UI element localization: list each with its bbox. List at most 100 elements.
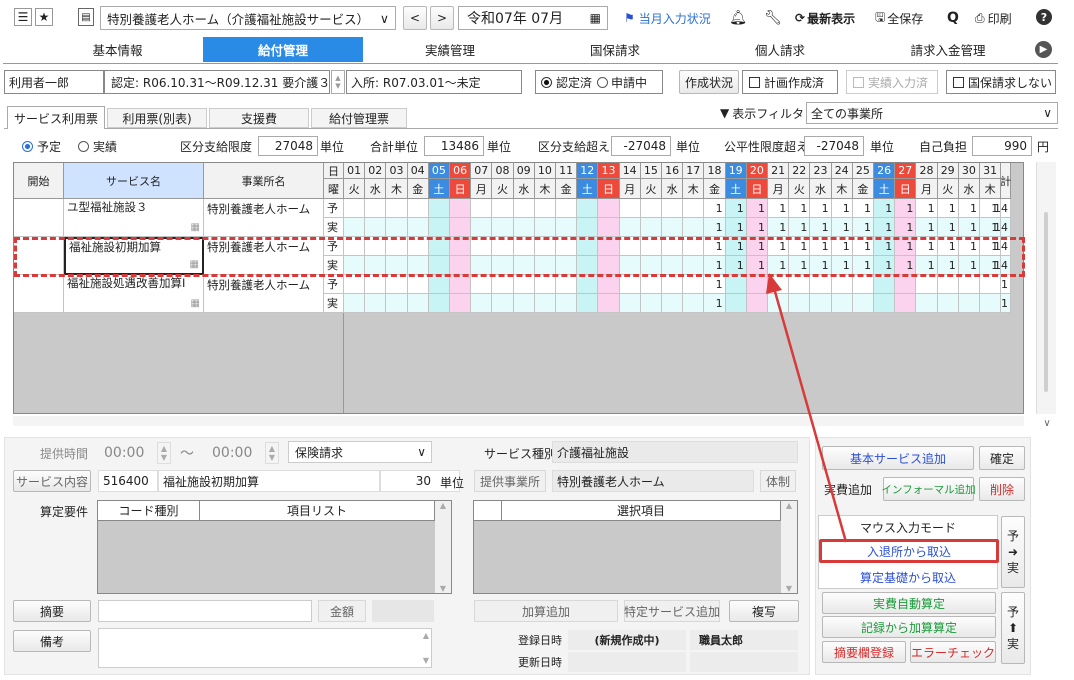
row-start-cell[interactable] (14, 199, 64, 237)
grid-hscroll[interactable] (13, 416, 1024, 426)
plan-day-cell[interactable] (556, 199, 578, 218)
save-all-button[interactable]: 🖫 全保存 (875, 8, 923, 28)
plan-day-cell[interactable] (513, 275, 535, 294)
plan-day-cell[interactable] (450, 275, 472, 294)
plan-day-cell[interactable] (471, 199, 493, 218)
plan-day-cell[interactable] (937, 275, 959, 294)
plan-day-cell[interactable] (513, 199, 535, 218)
yo-jitsu-toggle-1[interactable]: 予 ➜ 実 (1001, 516, 1025, 588)
plan-day-cell[interactable]: 1 (852, 199, 874, 218)
plan-day-cell[interactable] (450, 199, 472, 218)
user-name-field[interactable]: 利用者一郎 (4, 70, 104, 94)
plan-radio[interactable] (22, 140, 33, 152)
wrench-icon[interactable]: 🔧︎ (764, 8, 782, 28)
prev-month-button[interactable]: < (403, 6, 427, 30)
row-start-cell[interactable] (14, 275, 64, 313)
actual-day-cell[interactable]: 1 (916, 218, 938, 237)
plan-day-cell[interactable]: 1 (810, 199, 832, 218)
provider-button[interactable]: 提供事業所 (474, 470, 546, 492)
certified-radio[interactable] (541, 76, 552, 88)
actual-day-cell[interactable] (365, 294, 387, 313)
actual-day-cell[interactable] (365, 218, 387, 237)
actual-day-cell[interactable] (471, 294, 493, 313)
note-field[interactable]: ▲ ▼ (98, 628, 432, 668)
help-icon[interactable]: ? (1036, 9, 1052, 25)
actual-day-cell[interactable] (556, 294, 578, 313)
creation-status-button[interactable]: 作成状況 (679, 70, 739, 94)
actual-day-cell[interactable] (407, 218, 429, 237)
actual-day-cell[interactable] (428, 294, 450, 313)
star-icon[interactable]: ★ (35, 8, 53, 26)
actual-day-cell[interactable] (725, 294, 747, 313)
actual-day-cell[interactable] (937, 294, 959, 313)
actual-day-cell[interactable] (683, 218, 705, 237)
actual-day-cell[interactable] (874, 294, 896, 313)
actual-radio[interactable] (78, 140, 89, 152)
nav-basic-info[interactable]: 基本情報 (60, 37, 175, 62)
actual-radio-group[interactable]: 実績 (78, 137, 117, 155)
from-record-button[interactable]: 記録から加算算定 (822, 616, 996, 638)
calendar-icon[interactable]: ▦ (191, 221, 200, 234)
actual-day-cell[interactable] (958, 294, 980, 313)
actual-day-cell[interactable] (619, 218, 641, 237)
plan-day-cell[interactable] (640, 275, 662, 294)
actual-done-check[interactable]: 実績入力済 (846, 70, 938, 94)
actual-day-cell[interactable] (534, 294, 556, 313)
nav-kokuho[interactable]: 国保請求 (555, 37, 675, 62)
nav-jisseki[interactable]: 実績管理 (390, 37, 510, 62)
plan-day-cell[interactable] (407, 199, 429, 218)
actual-day-cell[interactable]: 1 (895, 218, 917, 237)
code-list-scrollbar[interactable]: ▲ ▼ (435, 501, 451, 593)
plan-day-cell[interactable] (365, 275, 387, 294)
plan-day-cell[interactable]: 1 (874, 199, 896, 218)
plan-day-cell[interactable] (725, 275, 747, 294)
plan-created-check[interactable]: 計画作成済 (742, 70, 838, 94)
actual-day-cell[interactable]: 1 (958, 218, 980, 237)
note-scrollbar[interactable]: ▲ (423, 631, 429, 640)
actual-day-cell[interactable]: 1 (810, 218, 832, 237)
plan-day-cell[interactable] (662, 199, 684, 218)
actual-day-cell[interactable]: 1 (704, 294, 726, 313)
auto-calc-button[interactable]: 実費自動算定 (822, 592, 996, 614)
actual-day-cell[interactable] (577, 218, 599, 237)
cert-spinner[interactable]: ▲ ▼ (331, 70, 345, 94)
insurance-select[interactable]: 保険請求 ∨ (288, 441, 432, 463)
actual-day-cell[interactable] (471, 218, 493, 237)
special-add-button[interactable]: 特定サービス追加 (624, 600, 720, 622)
plan-day-cell[interactable] (598, 199, 620, 218)
month-field[interactable]: 令和07年 07月 ▦ (458, 6, 608, 30)
tab-service-riyohyo[interactable]: サービス利用票 (7, 106, 105, 129)
list-icon[interactable]: ☰ (14, 8, 32, 26)
plan-day-cell[interactable] (492, 275, 514, 294)
actual-day-cell[interactable] (450, 294, 472, 313)
plan-day-cell[interactable]: 1 (746, 199, 768, 218)
plan-day-cell[interactable] (895, 275, 917, 294)
plan-day-cell[interactable] (344, 275, 366, 294)
monthly-status-link[interactable]: ⚑ 当月入力状況 (624, 8, 711, 28)
plan-day-cell[interactable] (916, 275, 938, 294)
summary-button[interactable]: 摘要 (13, 600, 91, 622)
calendar-icon[interactable]: ▦ (191, 297, 200, 310)
actual-day-cell[interactable] (598, 218, 620, 237)
actual-day-cell[interactable] (556, 218, 578, 237)
actual-day-cell[interactable] (407, 294, 429, 313)
actual-day-cell[interactable] (980, 294, 1002, 313)
actual-day-cell[interactable]: 1 (852, 218, 874, 237)
plan-day-cell[interactable] (534, 275, 556, 294)
actual-day-cell[interactable] (428, 218, 450, 237)
add-calc-button[interactable]: 加算追加 (474, 600, 618, 622)
confirm-button[interactable]: 確定 (979, 446, 1025, 470)
no-kokuho-checkbox[interactable] (953, 76, 964, 88)
plan-day-cell[interactable]: 1 (916, 199, 938, 218)
plan-day-cell[interactable]: 1 (958, 199, 980, 218)
actual-day-cell[interactable]: 1 (704, 218, 726, 237)
plan-day-cell[interactable] (662, 275, 684, 294)
plan-created-checkbox[interactable] (749, 76, 760, 88)
plan-day-cell[interactable]: 1 (789, 199, 811, 218)
plan-day-cell[interactable] (958, 275, 980, 294)
summary-reg-button[interactable]: 摘要欄登録 (822, 641, 906, 663)
plan-day-cell[interactable] (577, 199, 599, 218)
plan-day-cell[interactable] (598, 275, 620, 294)
note-scroll-down[interactable]: ▼ (423, 656, 429, 665)
error-check-button[interactable]: エラーチェック (910, 641, 996, 663)
